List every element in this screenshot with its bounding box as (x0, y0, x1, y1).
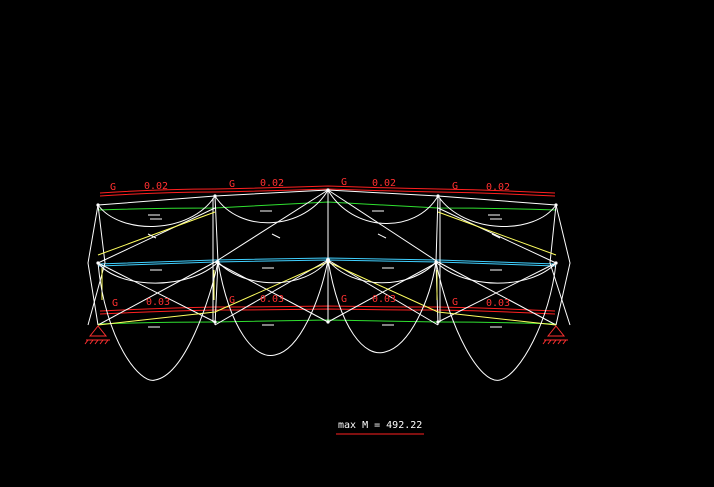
bottom-load-label: G (112, 298, 118, 309)
top-load-value: 0.02 (260, 178, 284, 189)
support-left (84, 325, 110, 345)
bottom-load-label: G (229, 295, 235, 306)
top-load-value: 0.02 (486, 182, 510, 193)
moment-curves (97, 189, 557, 381)
frame-diagram: G 0.02 G 0.02 G 0.02 G 0.02 G 0.03 G 0.0… (84, 177, 571, 435)
bottom-load-value: 0.03 (372, 294, 396, 305)
max-moment-summary: max M = 492.22 (336, 420, 424, 435)
bottom-load-label: G (341, 294, 347, 305)
bottom-load-label: G (452, 297, 458, 308)
top-load-label: G (229, 179, 235, 190)
bottom-load-value: 0.03 (486, 298, 510, 309)
max-moment-text: max M = 492.22 (338, 420, 422, 431)
top-load-value: 0.02 (144, 181, 168, 192)
top-load-label: G (452, 181, 458, 192)
drawing-viewport: G 0.02 G 0.02 G 0.02 G 0.02 G 0.03 G 0.0… (0, 0, 714, 487)
top-load-label: G (341, 177, 347, 188)
support-right (542, 325, 568, 345)
top-load-value: 0.02 (372, 178, 396, 189)
bottom-load-value: 0.03 (260, 294, 284, 305)
bottom-load-value: 0.03 (146, 297, 170, 308)
top-load-label: G (110, 182, 116, 193)
